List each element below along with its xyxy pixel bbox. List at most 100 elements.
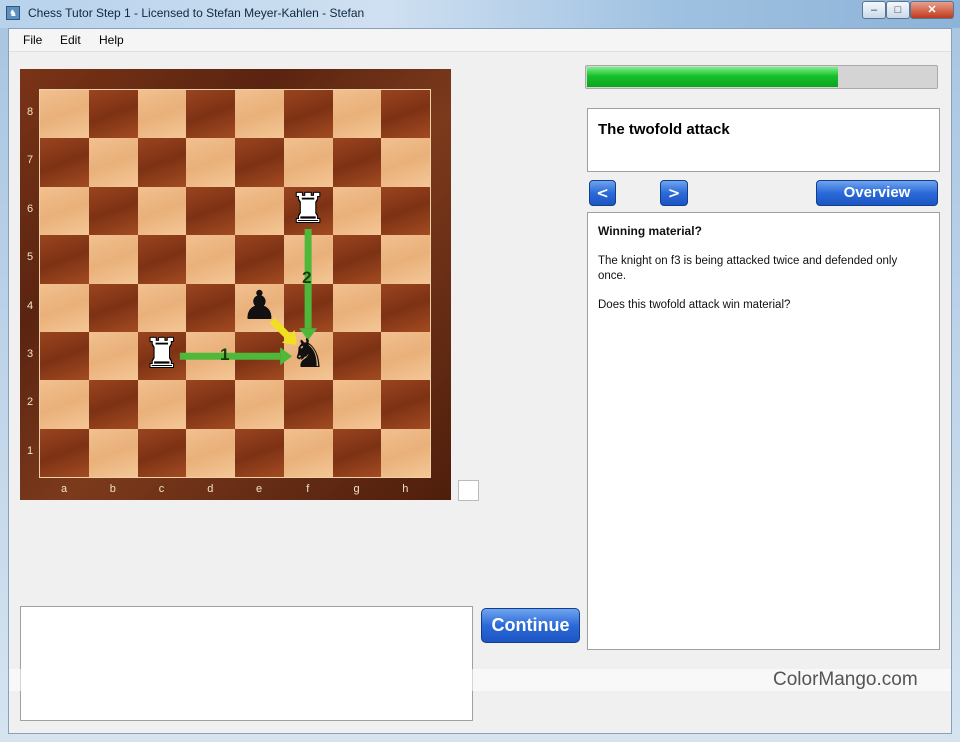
file-label: c [158,483,165,495]
rank-label: 4 [26,299,34,312]
square-g8[interactable] [332,90,382,139]
close-button[interactable]: ✕ [910,1,954,19]
square-h2[interactable] [381,380,430,429]
square-d2[interactable] [186,380,235,429]
menu-file[interactable]: File [23,33,42,47]
square-f1[interactable] [283,428,333,478]
maximize-button[interactable]: □ [886,1,910,19]
file-label: a [60,483,68,495]
square-a2[interactable] [40,380,89,429]
progress-fill [587,67,838,87]
file-label: f [306,483,310,495]
square-e6[interactable] [235,186,284,236]
file-label: d [207,483,214,495]
square-c7[interactable] [137,138,187,187]
square-a1[interactable] [40,428,89,478]
square-a4[interactable] [40,283,89,332]
square-d6[interactable] [186,186,235,236]
square-e7[interactable] [235,138,284,187]
board-squares[interactable] [40,90,430,478]
arrow-number-label: 1 [220,345,230,365]
square-b3[interactable] [88,332,138,381]
square-g2[interactable] [332,380,382,429]
square-b5[interactable] [88,235,138,284]
square-h8[interactable] [381,90,430,139]
lesson-title-panel: The twofold attack [587,108,940,172]
square-f8[interactable] [283,90,333,139]
continue-button[interactable]: Continue [481,608,580,643]
square-b4[interactable] [88,283,138,332]
square-c5[interactable] [137,235,187,284]
square-a3[interactable] [40,332,89,381]
square-h7[interactable] [381,138,430,187]
rank-label: 1 [26,444,34,457]
square-b8[interactable] [88,90,138,139]
square-a6[interactable] [40,186,89,236]
previous-button[interactable]: < [589,180,616,206]
menu-help[interactable]: Help [99,33,124,47]
square-b1[interactable] [88,428,138,478]
square-d8[interactable] [186,90,235,139]
square-e1[interactable] [235,428,284,478]
client-area: File Edit Help 8 7 6 5 4 3 2 1 a b c d e f g h ♜ ♟ ♜ ♞ 1 2… [8,28,952,734]
square-d5[interactable] [186,235,235,284]
chess-board[interactable]: 8 7 6 5 4 3 2 1 a b c d e f g h ♜ ♟ ♜ ♞ 1 2 [20,69,451,500]
menu-edit[interactable]: Edit [60,33,81,47]
file-label: g [353,483,360,495]
square-h5[interactable] [381,235,430,284]
rank-label: 3 [26,348,34,360]
next-button[interactable]: > [660,180,688,206]
rank-label: 2 [26,396,34,409]
square-g4[interactable] [332,283,382,332]
square-e2[interactable] [235,380,284,429]
arrow-number-label: 2 [302,267,312,287]
square-e3[interactable] [235,332,284,381]
window-title: Chess Tutor Step 1 - Licensed to Stefan … [28,6,365,20]
minimize-button[interactable]: – [862,1,886,19]
square-g6[interactable] [332,186,382,236]
square-a8[interactable] [40,90,89,139]
white-rook-icon[interactable]: ♜ [286,187,330,231]
square-d4[interactable] [186,283,235,332]
square-d7[interactable] [186,138,235,187]
square-h6[interactable] [381,186,430,236]
file-label: h [402,483,409,495]
square-b7[interactable] [88,138,138,187]
square-e5[interactable] [235,235,284,284]
lesson-progress-bar [585,65,938,89]
square-a7[interactable] [40,138,89,187]
square-b6[interactable] [88,186,138,236]
square-e8[interactable] [235,90,284,139]
square-f2[interactable] [283,380,333,429]
square-c2[interactable] [137,380,187,429]
square-b2[interactable] [88,380,138,429]
square-c1[interactable] [137,428,187,478]
square-h4[interactable] [381,283,430,332]
square-c4[interactable] [137,283,187,332]
rank-label: 7 [26,154,34,167]
rank-label: 5 [26,251,34,264]
lesson-content-panel: Winning material? The knight on f3 is be… [587,212,940,650]
square-f7[interactable] [283,138,333,187]
black-pawn-icon[interactable]: ♟ [237,284,281,328]
content-paragraph: The knight on f3 is being attacked twice… [598,255,898,282]
black-knight-icon[interactable]: ♞ [286,332,330,376]
square-h1[interactable] [381,428,430,478]
square-c8[interactable] [137,90,187,139]
square-g5[interactable] [332,235,382,284]
square-g7[interactable] [332,138,382,187]
comment-box[interactable] [20,606,473,721]
square-g3[interactable] [332,332,382,381]
square-c6[interactable] [137,186,187,236]
square-h3[interactable] [381,332,430,381]
watermark-text: ColorMango.com [773,669,918,690]
content-question: Does this twofold attack win material? [598,299,791,311]
square-d1[interactable] [186,428,235,478]
lesson-title: The twofold attack [598,121,730,138]
square-g1[interactable] [332,428,382,478]
overview-button[interactable]: Overview [816,180,938,206]
title-bar[interactable]: ♞ Chess Tutor Step 1 - Licensed to Stefa… [0,0,960,28]
white-rook-icon[interactable]: ♜ [140,332,184,376]
square-a5[interactable] [40,235,89,284]
square-f4[interactable] [283,283,333,332]
